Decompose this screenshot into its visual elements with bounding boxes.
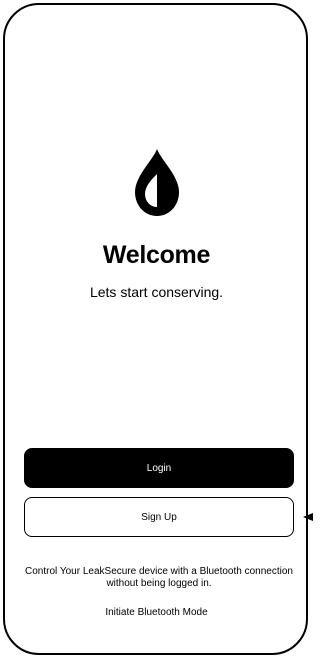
signup-button-label: Sign Up bbox=[141, 511, 177, 523]
welcome-title: Welcome bbox=[102, 241, 211, 269]
arrow-left-icon bbox=[303, 513, 313, 521]
phone-frame bbox=[3, 3, 308, 655]
signup-button[interactable]: Sign Up bbox=[24, 497, 294, 537]
water-drop-icon bbox=[135, 149, 179, 216]
initiate-bluetooth-link[interactable]: Initiate Bluetooth Mode bbox=[0, 607, 313, 618]
login-button[interactable]: Login bbox=[24, 448, 294, 488]
login-button-label: Login bbox=[146, 462, 172, 474]
welcome-subtitle: Lets start conserving. bbox=[89, 284, 224, 300]
bluetooth-info-text: Control Your LeakSecure device with a Bl… bbox=[25, 566, 293, 589]
